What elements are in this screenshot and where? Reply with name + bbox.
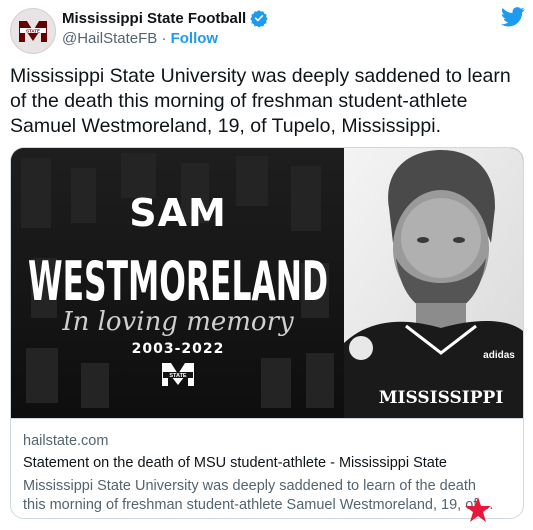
verified-badge-icon — [250, 9, 268, 27]
graphic-years: 2003-2022 — [132, 341, 225, 357]
follow-button[interactable]: Follow — [171, 30, 219, 47]
handle-row: @HailStateFB · Follow — [62, 30, 218, 47]
svg-text:STATE: STATE — [26, 28, 40, 33]
card-title: Statement on the death of MSU student-at… — [23, 455, 447, 471]
graphic-jersey-brand: adidas — [483, 350, 515, 361]
card-domain: hailstate.com — [23, 433, 109, 449]
card-description-line: this morning of freshman student-athlete… — [23, 497, 494, 513]
graphic-first-name: SAM — [129, 191, 227, 235]
display-name[interactable]: Mississippi State Football — [62, 10, 246, 27]
card-image[interactable]: SAM WESTMORELAND In loving memory 2003-2… — [11, 148, 523, 418]
tweet-header: STATE Mississippi State Football @HailSt… — [10, 6, 525, 56]
name-row: Mississippi State Football — [62, 9, 268, 27]
separator: · — [161, 30, 167, 47]
handle[interactable]: @HailStateFB — [62, 30, 157, 47]
star-watermark-icon — [465, 497, 491, 522]
card-description: Mississippi State University was deeply … — [23, 477, 513, 515]
tweet-text: Mississippi State University was deeply … — [10, 65, 511, 137]
graphic-logo-text: STATE — [169, 373, 187, 379]
msu-logo-icon: STATE — [19, 21, 47, 42]
avatar[interactable]: STATE — [10, 8, 56, 54]
graphic-script-line: In loving memory — [61, 307, 294, 337]
graphic-last-name: WESTMORELAND — [28, 250, 328, 313]
memorial-graphic: SAM WESTMORELAND In loving memory 2003-2… — [11, 148, 523, 418]
card-description-line: Mississippi State University was deeply … — [23, 478, 476, 494]
link-card[interactable]: SAM WESTMORELAND In loving memory 2003-2… — [10, 147, 524, 519]
twitter-bird-icon[interactable] — [501, 6, 525, 28]
graphic-jersey-text: MISSISSIPPI — [379, 388, 504, 408]
card-meta[interactable]: hailstate.com Statement on the death of … — [11, 418, 523, 518]
